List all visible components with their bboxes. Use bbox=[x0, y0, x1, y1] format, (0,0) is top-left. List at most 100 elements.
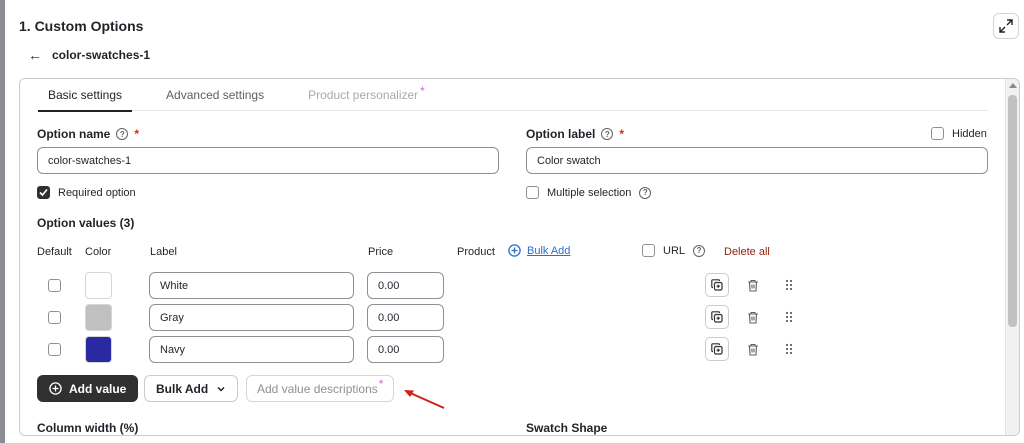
delete-button[interactable] bbox=[745, 277, 761, 293]
tab-product-personalizer[interactable]: Product personalizer * bbox=[298, 79, 435, 111]
tab-basic-settings[interactable]: Basic settings bbox=[38, 79, 133, 112]
scrollbar[interactable] bbox=[1005, 79, 1019, 435]
help-icon[interactable]: ? bbox=[693, 244, 706, 257]
scroll-up-arrow-icon[interactable] bbox=[1009, 83, 1017, 88]
color-swatch[interactable] bbox=[85, 336, 112, 363]
column-width-label: Column width (%) bbox=[37, 421, 139, 435]
expand-icon bbox=[999, 19, 1013, 33]
required-mark: * bbox=[619, 127, 625, 141]
add-value-label: Add value bbox=[69, 381, 127, 396]
tab-label: Advanced settings bbox=[166, 87, 265, 102]
drag-handle[interactable] bbox=[781, 341, 797, 357]
multiple-selection-checkbox[interactable] bbox=[526, 186, 539, 199]
hidden-checkbox[interactable] bbox=[931, 127, 944, 140]
column-price: Price bbox=[368, 246, 394, 258]
option-name-label-text: Option name bbox=[37, 127, 111, 141]
drag-handle-icon bbox=[785, 279, 793, 291]
value-label-input[interactable]: White bbox=[149, 272, 354, 299]
value-price-input[interactable]: 0.00 bbox=[367, 272, 444, 299]
default-checkbox[interactable] bbox=[48, 343, 61, 356]
drag-handle[interactable] bbox=[781, 277, 797, 293]
help-icon[interactable]: ? bbox=[639, 186, 652, 199]
option-label-value: Color swatch bbox=[537, 154, 601, 167]
multiple-selection-row[interactable]: Multiple selection ? bbox=[526, 186, 652, 199]
back-arrow-icon: ← bbox=[28, 47, 42, 63]
option-name-value: color-swatches-1 bbox=[48, 154, 132, 167]
page-title: 1. Custom Options bbox=[19, 18, 144, 34]
add-value-descriptions-button[interactable]: Add value descriptions * bbox=[246, 375, 395, 402]
add-value-descriptions-label: Add value descriptions bbox=[257, 381, 378, 396]
color-swatch[interactable] bbox=[85, 272, 112, 299]
bulk-add-dropdown[interactable]: Bulk Add bbox=[144, 375, 239, 402]
delete-button[interactable] bbox=[745, 341, 761, 357]
color-swatch[interactable] bbox=[85, 304, 112, 331]
value-label-input[interactable]: Gray bbox=[149, 304, 354, 331]
new-badge: * bbox=[420, 83, 425, 98]
expand-button[interactable] bbox=[993, 13, 1019, 39]
tab-label: Product personalizer bbox=[308, 87, 419, 102]
option-label-input[interactable]: Color swatch bbox=[526, 147, 988, 174]
back-link[interactable]: ← color-swatches-1 bbox=[28, 48, 150, 62]
delete-button[interactable] bbox=[745, 309, 761, 325]
tab-bar: Basic settings Advanced settings Product… bbox=[38, 79, 988, 112]
tab-advanced-settings[interactable]: Advanced settings bbox=[156, 79, 274, 111]
value-price-input[interactable]: 0.00 bbox=[367, 304, 444, 331]
delete-all-link[interactable]: Delete all bbox=[724, 246, 770, 258]
required-mark: * bbox=[134, 127, 140, 141]
drag-handle-icon bbox=[785, 311, 793, 323]
url-label: URL bbox=[663, 244, 686, 257]
options-card: Basic settings Advanced settings Product… bbox=[19, 78, 1020, 436]
trash-icon bbox=[748, 343, 758, 356]
annotation-arrow-icon bbox=[404, 390, 445, 409]
default-checkbox[interactable] bbox=[48, 279, 61, 292]
value-label-input[interactable]: Navy bbox=[149, 336, 354, 363]
duplicate-icon bbox=[711, 279, 723, 291]
chevron-down-icon bbox=[217, 386, 225, 392]
required-option-row[interactable]: Required option bbox=[37, 186, 136, 199]
trash-icon bbox=[748, 279, 758, 292]
duplicate-button[interactable] bbox=[705, 337, 729, 361]
drag-handle-icon bbox=[785, 343, 793, 355]
value-label-text: Gray bbox=[160, 311, 184, 324]
duplicate-button[interactable] bbox=[705, 305, 729, 329]
url-checkbox[interactable] bbox=[642, 244, 655, 257]
checkmark-icon bbox=[39, 188, 48, 197]
duplicate-icon bbox=[711, 311, 723, 323]
bulk-add-label: Bulk Add bbox=[156, 381, 209, 396]
value-price-text: 0.00 bbox=[378, 343, 400, 356]
multiple-selection-label: Multiple selection bbox=[547, 186, 632, 199]
required-option-checkbox[interactable] bbox=[37, 186, 50, 199]
default-checkbox[interactable] bbox=[48, 311, 61, 324]
plus-circle-icon bbox=[49, 382, 62, 395]
hidden-label: Hidden bbox=[952, 127, 987, 140]
left-rail bbox=[0, 0, 5, 443]
help-icon[interactable]: ? bbox=[116, 128, 129, 140]
scrollbar-thumb[interactable] bbox=[1008, 95, 1017, 327]
url-checkbox-row[interactable]: URL ? bbox=[642, 244, 706, 257]
hidden-checkbox-row[interactable]: Hidden bbox=[931, 127, 987, 140]
required-option-label: Required option bbox=[58, 186, 136, 199]
column-color: Color bbox=[85, 246, 112, 258]
tab-label: Basic settings bbox=[48, 87, 123, 102]
column-label: Label bbox=[150, 246, 177, 258]
new-badge: * bbox=[378, 376, 384, 391]
duplicate-button[interactable] bbox=[705, 273, 729, 297]
value-price-text: 0.00 bbox=[378, 279, 400, 292]
drag-handle[interactable] bbox=[781, 309, 797, 325]
option-name-input[interactable]: color-swatches-1 bbox=[37, 147, 499, 174]
bulk-add-link-text: Bulk Add bbox=[527, 244, 571, 257]
add-value-button[interactable]: Add value bbox=[37, 375, 139, 402]
option-values-title: Option values (3) bbox=[37, 216, 135, 230]
bulk-add-link[interactable]: Bulk Add bbox=[508, 244, 570, 257]
value-price-input[interactable]: 0.00 bbox=[367, 336, 444, 363]
column-product: Product bbox=[457, 246, 495, 258]
option-label-label-text: Option label bbox=[526, 127, 596, 141]
column-default: Default bbox=[37, 246, 72, 258]
plus-circle-icon bbox=[508, 244, 521, 257]
value-label-text: Navy bbox=[160, 343, 186, 356]
trash-icon bbox=[748, 311, 758, 324]
value-price-text: 0.00 bbox=[378, 311, 400, 324]
option-name-label: Option name ? * bbox=[37, 127, 139, 141]
back-label: color-swatches-1 bbox=[52, 48, 151, 62]
help-icon[interactable]: ? bbox=[601, 128, 614, 140]
